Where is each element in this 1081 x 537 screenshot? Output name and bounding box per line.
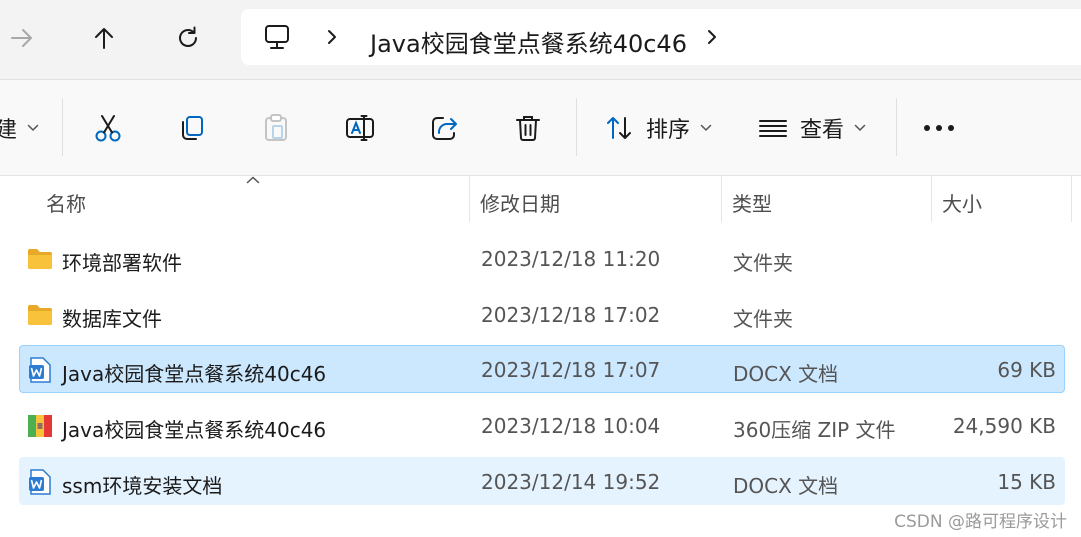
paste-button[interactable] (254, 108, 298, 148)
file-row[interactable]: 环境部署软件 2023/12/18 11:20 文件夹 (19, 234, 1065, 282)
chevron-down-icon (27, 124, 39, 132)
column-headers: 名称 修改日期 类型 大小 (0, 176, 1081, 222)
share-icon (432, 117, 457, 140)
toolbar-divider (62, 98, 63, 156)
file-name: 环境部署软件 (62, 251, 182, 275)
refresh-button[interactable] (166, 16, 210, 60)
watermark-text: CSDN @路可程序设计 (894, 512, 1067, 532)
column-divider[interactable] (721, 176, 722, 222)
chevron-down-icon (700, 124, 712, 132)
file-date: 2023/12/18 10:04 (481, 414, 661, 438)
column-header-name[interactable]: 名称 (46, 188, 86, 217)
rename-button[interactable] (338, 108, 382, 148)
file-size: 24,590 KB (952, 414, 1056, 438)
zip-archive-icon (28, 415, 52, 437)
column-divider[interactable] (1071, 176, 1072, 222)
refresh-icon (179, 26, 197, 47)
up-button[interactable] (82, 16, 126, 60)
new-button[interactable]: 建 (0, 108, 42, 148)
file-row-selected[interactable]: Java校园食堂点餐系统40c46 2023/12/18 17:07 DOCX … (19, 345, 1065, 393)
file-type: DOCX 文档 (733, 474, 839, 498)
file-name: Java校园食堂点餐系统40c46 (62, 418, 327, 442)
file-size: 69 KB (997, 358, 1056, 382)
file-size: 15 KB (997, 470, 1056, 494)
view-button[interactable]: 查看 (756, 108, 868, 148)
copy-button[interactable] (170, 108, 214, 148)
arrow-right-icon (11, 29, 32, 47)
column-divider[interactable] (469, 176, 470, 222)
sort-button[interactable]: 排序 (600, 108, 716, 148)
rename-icon (346, 115, 374, 141)
file-type: DOCX 文档 (733, 362, 839, 386)
file-date: 2023/12/18 17:02 (481, 303, 661, 327)
sort-icon (606, 117, 631, 139)
arrow-up-icon (95, 28, 113, 49)
file-row[interactable]: 数据库文件 2023/12/18 17:02 文件夹 (19, 290, 1065, 338)
file-name: ssm环境安装文档 (62, 474, 223, 498)
word-doc-icon (29, 357, 51, 383)
folder-icon (28, 249, 52, 269)
file-type: 360压缩 ZIP 文件 (733, 418, 896, 442)
file-name: Java校园食堂点餐系统40c46 (62, 362, 327, 386)
cut-button[interactable] (86, 108, 130, 148)
file-date: 2023/12/18 11:20 (481, 247, 661, 271)
sort-label: 排序 (645, 118, 690, 143)
file-name: 数据库文件 (62, 307, 162, 331)
file-row[interactable]: Java校园食堂点餐系统40c46 2023/12/18 10:04 360压缩… (19, 401, 1065, 449)
navigation-bar: Java校园食堂点餐系统40c46 (0, 0, 1081, 80)
file-row-hovered[interactable]: ssm环境安装文档 2023/12/14 19:52 DOCX 文档 15 KB (19, 457, 1065, 505)
more-dots-icon (924, 125, 954, 131)
sort-ascending-icon (246, 176, 260, 184)
command-toolbar: 建 排序 查看 (0, 80, 1081, 176)
file-type: 文件夹 (733, 251, 793, 275)
forward-button[interactable] (0, 16, 44, 60)
scissors-icon (95, 115, 121, 142)
column-header-size[interactable]: 大小 (942, 188, 982, 217)
delete-button[interactable] (506, 108, 550, 148)
trash-icon (516, 116, 540, 141)
folder-icon (28, 305, 52, 325)
column-header-date[interactable]: 修改日期 (480, 188, 560, 217)
toolbar-divider (576, 98, 577, 156)
column-divider[interactable] (931, 176, 932, 222)
column-header-type[interactable]: 类型 (732, 188, 772, 217)
more-options-button[interactable] (916, 108, 962, 148)
share-button[interactable] (422, 108, 466, 148)
breadcrumb-current-folder[interactable]: Java校园食堂点餐系统40c46 (370, 24, 687, 59)
copy-icon (182, 116, 203, 140)
chevron-right-icon[interactable] (325, 27, 339, 47)
file-type: 文件夹 (733, 307, 793, 331)
computer-icon (265, 25, 289, 49)
address-bar[interactable]: Java校园食堂点餐系统40c46 (241, 9, 1081, 65)
clipboard-icon (265, 114, 287, 141)
word-doc-icon (29, 469, 51, 495)
new-button-label: 建 (0, 118, 17, 143)
chevron-right-icon[interactable] (705, 27, 719, 47)
file-date: 2023/12/18 17:07 (481, 358, 661, 382)
chevron-down-icon (854, 124, 866, 132)
list-view-icon (758, 120, 787, 137)
toolbar-divider (896, 98, 897, 156)
view-label: 查看 (799, 118, 844, 143)
file-date: 2023/12/14 19:52 (481, 470, 661, 494)
